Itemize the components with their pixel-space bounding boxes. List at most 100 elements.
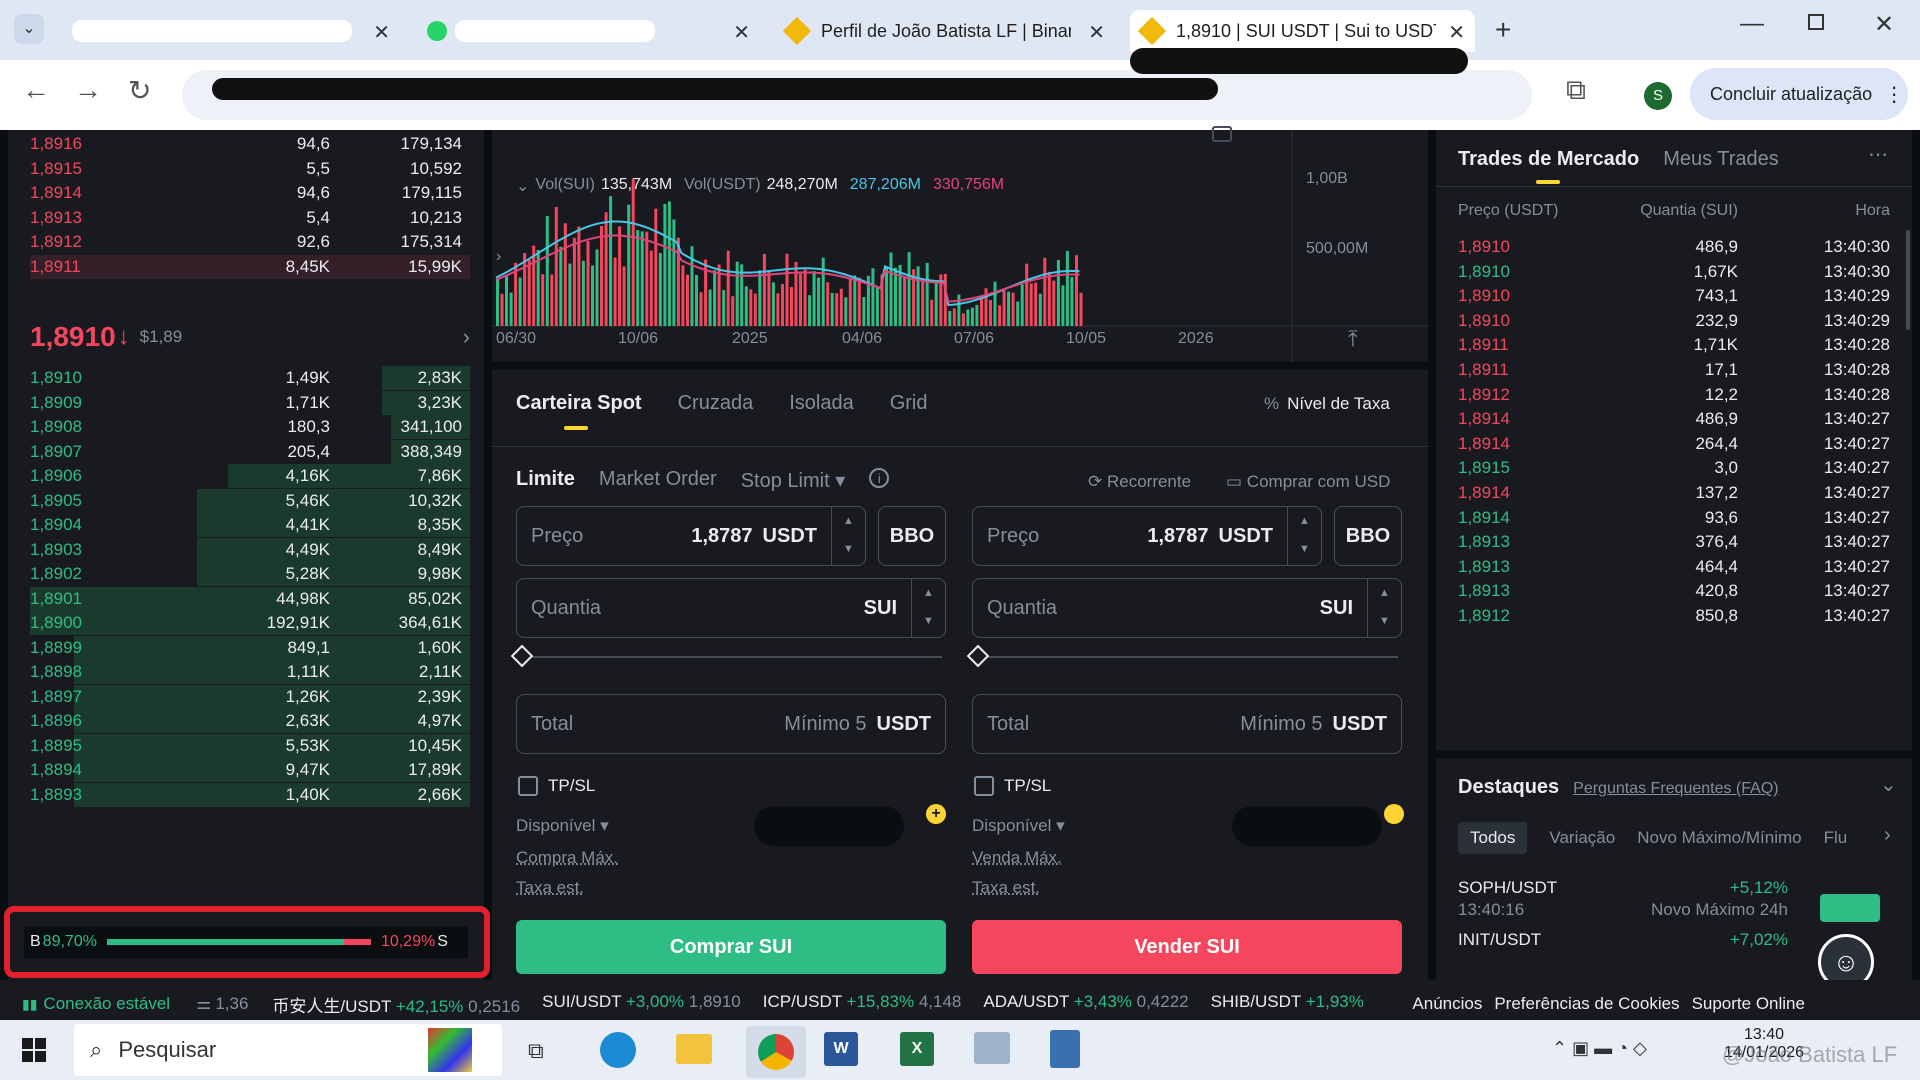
collapse-arrow-icon[interactable]: › — [496, 248, 501, 266]
stepper[interactable]: ▲ ▼ — [831, 507, 865, 565]
bid-row[interactable]: 1,8908 180,3 341,100 — [30, 415, 470, 439]
chevron-down-icon[interactable]: ⌄ — [1880, 772, 1897, 797]
bid-row[interactable]: 1,8909 1,71K 3,23K — [30, 390, 470, 415]
filter-flow[interactable]: Flu — [1824, 828, 1848, 848]
buy-button[interactable]: Comprar SUI — [516, 920, 946, 974]
task-view-icon[interactable]: ⧉ — [528, 1038, 544, 1064]
forward-icon[interactable]: → — [74, 74, 102, 106]
checkbox[interactable] — [518, 776, 538, 796]
highlight-item[interactable]: SOPH/USDT +5,12% 13:40:16 Novo Máximo 24… — [1458, 878, 1890, 922]
word-icon[interactable]: W — [824, 1032, 858, 1066]
bid-row[interactable]: 1,8895 5,53K 10,45K — [30, 733, 470, 758]
bid-row[interactable]: 1,8905 5,46K 10,32K — [30, 488, 470, 513]
bid-row[interactable]: 1,8903 4,49K 8,49K — [30, 537, 470, 562]
chevron-right-icon[interactable]: › — [463, 324, 470, 350]
tab-redacted-2[interactable]: ✕ — [415, 10, 760, 52]
reload-icon[interactable]: ↻ — [128, 74, 151, 107]
bid-row[interactable]: 1,8894 9,47K 17,89K — [30, 758, 470, 782]
filter-new-high-low[interactable]: Novo Máximo/Mínimo — [1637, 828, 1801, 848]
type-stop-limit[interactable]: Stop Limit ▾ — [741, 468, 846, 493]
bid-row[interactable]: 1,8900 192,91K 364,61K — [30, 611, 470, 635]
add-funds-icon[interactable]: + — [926, 804, 946, 824]
stepper[interactable]: ▲ ▼ — [1287, 507, 1321, 565]
sell-price-input[interactable]: Preço 1,8787 USDT ▲ ▼ — [972, 506, 1322, 566]
highlight-item[interactable]: INIT/USDT +7,02% — [1458, 930, 1788, 950]
bid-row[interactable]: 1,8906 4,16K 7,86K — [30, 464, 470, 488]
bid-row[interactable]: 1,8910 1,49K 2,83K — [30, 366, 470, 390]
extensions-icon[interactable]: ⧉ — [1566, 74, 1586, 107]
scrollbar[interactable] — [1906, 230, 1910, 330]
close-icon[interactable]: ✕ — [1088, 20, 1105, 45]
ticker-item[interactable]: SUI/USDT +3,00% 1,8910 — [542, 992, 741, 1017]
tab-redacted-1[interactable]: ✕ — [60, 10, 400, 52]
ask-row[interactable]: 1,8915 5,5 10,592 — [30, 157, 470, 181]
close-window-button[interactable]: ✕ — [1874, 10, 1894, 39]
avatar[interactable]: S — [1644, 82, 1672, 110]
ticker-item[interactable]: ICP/USDT +15,83% 4,148 — [763, 992, 962, 1017]
ticker-item[interactable]: 币安人生/USDT +42,15% 0,2516 — [272, 992, 520, 1017]
bid-row[interactable]: 1,8907 205,4 388,349 — [30, 439, 470, 464]
tab-binance-profile[interactable]: Perfil de João Batista LF | Binanc ✕ — [775, 10, 1115, 52]
buy-quantity-input[interactable]: Quantia SUI ▲ ▼ — [516, 578, 946, 638]
back-icon[interactable]: ← — [22, 74, 50, 106]
tab-cruzada[interactable]: Cruzada — [678, 392, 754, 415]
support-link[interactable]: Suporte Online — [1692, 994, 1805, 1014]
buy-bbo-button[interactable]: BBO — [878, 506, 946, 566]
filter-all[interactable]: Todos — [1458, 822, 1528, 854]
minimize-button[interactable]: — — [1740, 10, 1764, 38]
cookie-prefs-link[interactable]: Preferências de Cookies — [1494, 994, 1679, 1014]
checkbox[interactable] — [974, 776, 994, 796]
sell-available[interactable]: Disponível ▾ — [972, 816, 1065, 836]
fee-level[interactable]: % Nível de Taxa — [1264, 394, 1390, 414]
bid-row[interactable]: 1,8896 2,63K 4,97K — [30, 709, 470, 733]
buy-price-input[interactable]: Preço 1,8787 USDT ▲ ▼ — [516, 506, 866, 566]
update-button[interactable]: Concluir atualização ⋮ — [1690, 68, 1908, 120]
recurring-button[interactable]: ⟳ Recorrente — [1088, 472, 1191, 492]
restore-button[interactable] — [1808, 14, 1824, 30]
ask-row[interactable]: 1,8912 92,6 175,314 — [30, 230, 470, 254]
buy-available[interactable]: Disponível ▾ — [516, 816, 609, 836]
calculator-icon[interactable] — [1050, 1030, 1080, 1068]
tab-grid[interactable]: Grid — [890, 392, 928, 415]
buy-tpsl-checkbox[interactable]: TP/SL — [518, 776, 595, 796]
bid-row[interactable]: 1,8901 44,98K 85,02K — [30, 586, 470, 611]
tab-list-button[interactable]: ⌄ — [14, 14, 44, 44]
menu-icon[interactable]: ⋮ — [1884, 82, 1904, 107]
sell-total-input[interactable]: Total Mínimo 5 USDT — [972, 694, 1402, 754]
close-icon[interactable]: ✕ — [373, 20, 390, 45]
stepper[interactable]: ▲ ▼ — [911, 579, 945, 637]
sliders-icon[interactable]: ⚌ — [196, 994, 211, 1014]
slider-handle[interactable] — [510, 644, 534, 668]
type-market[interactable]: Market Order — [599, 468, 717, 493]
chevron-right-icon[interactable]: › — [1884, 824, 1891, 847]
sell-button[interactable]: Vender SUI — [972, 920, 1402, 974]
tab-market-trades[interactable]: Trades de Mercado — [1458, 148, 1639, 171]
bid-row[interactable]: 1,8904 4,41K 8,35K — [30, 513, 470, 537]
file-explorer-icon[interactable] — [676, 1034, 712, 1064]
accessibility-icon[interactable]: ☺ — [1818, 934, 1874, 980]
bid-row[interactable]: 1,8902 5,28K 9,98K — [30, 562, 470, 586]
edge-icon[interactable] — [600, 1032, 636, 1068]
close-icon[interactable]: ✕ — [733, 20, 750, 45]
tab-carteira-spot[interactable]: Carteira Spot — [516, 392, 642, 415]
bid-row[interactable]: 1,8898 1,11K 2,11K — [30, 660, 470, 684]
ticker-item[interactable]: SHIB/USDT +1,93% — [1211, 992, 1364, 1017]
more-icon[interactable]: ⋯ — [1868, 142, 1888, 167]
sell-bbo-button[interactable]: BBO — [1334, 506, 1402, 566]
ask-row[interactable]: 1,8911 8,45K 15,99K — [30, 254, 470, 279]
ask-row[interactable]: 1,8916 94,6 179,134 — [30, 132, 470, 156]
ask-row[interactable]: 1,8913 5,4 10,213 — [30, 206, 470, 230]
address-bar[interactable] — [182, 70, 1532, 120]
buy-amount-slider[interactable] — [510, 644, 942, 668]
windows-start-icon[interactable] — [22, 1038, 46, 1062]
bid-row[interactable]: 1,8899 849,1 1,60K — [30, 635, 470, 660]
close-icon[interactable]: ✕ — [1448, 20, 1465, 45]
filter-change[interactable]: Variação — [1549, 828, 1615, 848]
sell-quantity-input[interactable]: Quantia SUI ▲ ▼ — [972, 578, 1402, 638]
type-limit[interactable]: Limite — [516, 468, 575, 493]
ticker-item[interactable]: ADA/USDT +3,43% 0,4222 — [983, 992, 1188, 1017]
new-tab-button[interactable]: + — [1495, 14, 1511, 46]
connection-status[interactable]: Conexão estável — [43, 994, 170, 1014]
chrome-icon[interactable] — [746, 1026, 806, 1078]
ask-row[interactable]: 1,8914 94,6 179,115 — [30, 181, 470, 205]
